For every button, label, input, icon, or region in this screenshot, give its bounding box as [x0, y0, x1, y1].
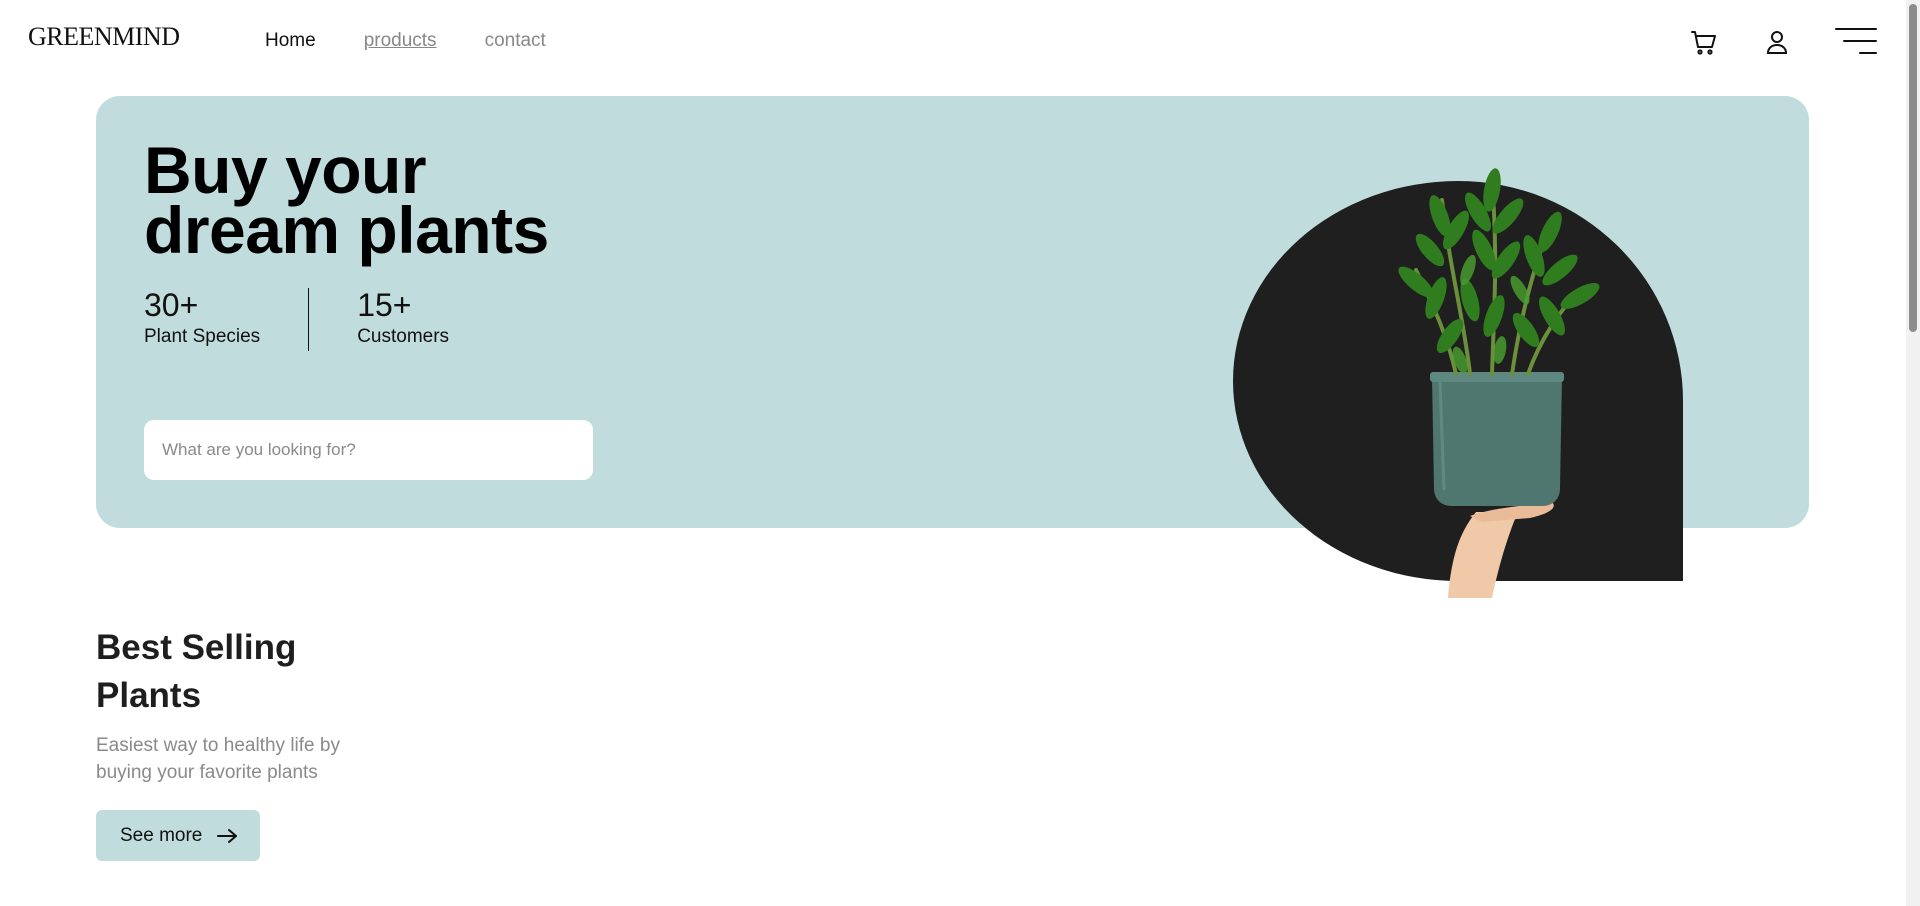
hero-title-line2: dream plants — [144, 193, 549, 267]
stat-value: 15+ — [357, 287, 412, 323]
cart-icon[interactable] — [1688, 26, 1720, 58]
see-more-label: See more — [120, 824, 203, 846]
arrow-right-icon — [217, 828, 238, 843]
stat-customers: 15+ Customers — [309, 288, 449, 351]
main-nav: Home products contact — [265, 30, 546, 52]
hero-title-line1: Buy your — [144, 133, 427, 207]
nav-products[interactable]: products — [364, 30, 437, 52]
stat-label: Plant Species — [144, 326, 261, 347]
user-icon[interactable] — [1761, 26, 1793, 58]
nav-home[interactable]: Home — [265, 30, 316, 52]
best-selling-title: Best Selling Plants — [96, 624, 296, 720]
best-selling-title-line2: Plants — [96, 676, 202, 715]
logo[interactable]: GREENMIND — [28, 22, 180, 52]
stats: 30+ Plant Species 15+ Customers — [144, 288, 449, 351]
hero-plant-image — [1230, 120, 1690, 602]
best-selling-title-line1: Best Selling — [96, 628, 297, 667]
site-header: GREENMIND Home products contact — [0, 0, 1906, 84]
stat-label: Customers — [357, 326, 450, 347]
see-more-button[interactable]: See more — [96, 810, 260, 861]
search-input[interactable] — [144, 420, 593, 480]
scrollbar-thumb[interactable] — [1909, 4, 1917, 332]
stat-plant-species: 30+ Plant Species — [144, 287, 310, 351]
hero-title: Buy your dream plants — [144, 133, 549, 267]
best-selling-description: Easiest way to healthy life by buying yo… — [96, 735, 340, 783]
menu-icon[interactable] — [1834, 26, 1878, 56]
nav-contact[interactable]: contact — [485, 30, 546, 52]
stat-value: 30+ — [144, 287, 199, 323]
scrollbar[interactable] — [1906, 0, 1920, 906]
